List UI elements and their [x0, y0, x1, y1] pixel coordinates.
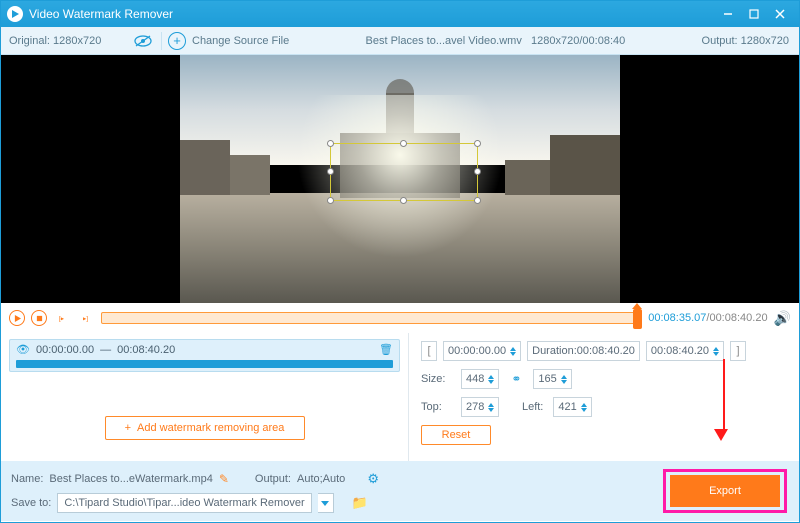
duration-input[interactable]: Duration:00:08:40.20	[527, 341, 640, 361]
bottom-bar: Name: Best Places to...eWatermark.mp4 ✎ …	[1, 461, 799, 521]
titlebar: Video Watermark Remover	[1, 1, 799, 27]
output-format: Auto;Auto	[297, 473, 345, 485]
file-info: Best Places to...avel Video.wmv 1280x720…	[289, 35, 701, 47]
bracket-close-icon[interactable]: ]	[730, 341, 746, 361]
bracket-open-icon[interactable]: [	[421, 341, 437, 361]
preview-toggle-icon[interactable]	[131, 35, 155, 47]
resize-handle[interactable]	[474, 140, 481, 147]
plus-icon: +	[168, 32, 186, 50]
width-input[interactable]: 448	[461, 369, 499, 389]
app-logo	[7, 6, 23, 22]
segments-panel: 👁 00:00:00.00 — 00:08:40.20 🗑 +Add water…	[1, 333, 409, 461]
top-input[interactable]: 278	[461, 397, 499, 417]
close-button[interactable]	[767, 4, 793, 24]
height-input[interactable]: 165	[533, 369, 571, 389]
output-label: Output:	[255, 473, 291, 485]
top-label: Top:	[421, 401, 455, 413]
gear-icon[interactable]: ⚙	[367, 471, 379, 487]
mark-in-button[interactable]: [▸	[53, 310, 71, 326]
resize-handle[interactable]	[400, 140, 407, 147]
playback-bar: [▸ ▸] 00:08:35.07/00:08:40.20 🔊	[1, 303, 799, 333]
trash-icon[interactable]: 🗑	[379, 343, 393, 356]
app-title: Video Watermark Remover	[29, 7, 173, 21]
add-area-button[interactable]: +Add watermark removing area	[105, 416, 305, 440]
maximize-button[interactable]	[741, 4, 767, 24]
name-label: Name:	[11, 473, 43, 485]
start-time-input[interactable]: 00:00:00.00	[443, 341, 521, 361]
svg-text:[▸: [▸	[59, 315, 64, 322]
play-button[interactable]	[9, 310, 25, 326]
left-input[interactable]: 421	[553, 397, 591, 417]
path-dropdown[interactable]	[318, 493, 334, 513]
reset-button[interactable]: Reset	[421, 425, 491, 445]
output-name: Best Places to...eWatermark.mp4	[49, 473, 212, 485]
resize-handle[interactable]	[474, 168, 481, 175]
resize-handle[interactable]	[474, 197, 481, 204]
playhead[interactable]	[633, 309, 642, 329]
toolbar: Original: 1280x720 + Change Source File …	[1, 27, 799, 55]
timeline-track[interactable]	[101, 312, 642, 324]
mark-out-button[interactable]: ▸]	[77, 310, 95, 326]
resize-handle[interactable]	[327, 140, 334, 147]
segment-bar[interactable]	[16, 360, 393, 368]
segment-start: 00:00:00.00	[36, 344, 94, 356]
export-button[interactable]: Export	[670, 475, 780, 507]
change-source-label: Change Source File	[192, 35, 289, 47]
stop-button[interactable]	[31, 310, 47, 326]
save-to-label: Save to:	[11, 497, 51, 509]
video-preview[interactable]	[1, 55, 799, 303]
volume-icon[interactable]: 🔊	[774, 310, 791, 327]
resize-handle[interactable]	[327, 197, 334, 204]
time-display: 00:08:35.07/00:08:40.20	[648, 312, 767, 324]
output-resolution: Output: 1280x720	[702, 35, 799, 47]
resize-handle[interactable]	[327, 168, 334, 175]
link-icon[interactable]: ⚭	[505, 372, 527, 386]
left-label: Left:	[505, 401, 547, 413]
parameters-panel: [ 00:00:00.00 Duration:00:08:40.20 00:08…	[409, 333, 799, 461]
original-resolution: Original: 1280x720	[1, 35, 131, 47]
end-time-input[interactable]: 00:08:40.20	[646, 341, 724, 361]
size-label: Size:	[421, 373, 455, 385]
resize-handle[interactable]	[400, 197, 407, 204]
save-path-input[interactable]: C:\Tipard Studio\Tipar...ideo Watermark …	[57, 493, 311, 513]
minimize-button[interactable]	[715, 4, 741, 24]
change-source-button[interactable]: + Change Source File	[168, 32, 289, 50]
plus-icon: +	[125, 422, 131, 434]
edit-name-icon[interactable]: ✎	[219, 472, 229, 486]
eye-off-icon[interactable]: 👁	[16, 343, 30, 356]
segment-end: 00:08:40.20	[117, 344, 175, 356]
segment-item[interactable]: 👁 00:00:00.00 — 00:08:40.20 🗑	[9, 339, 400, 372]
svg-text:▸]: ▸]	[83, 315, 88, 322]
watermark-selection-box[interactable]	[330, 143, 478, 201]
folder-icon[interactable]: 📁	[352, 495, 368, 511]
